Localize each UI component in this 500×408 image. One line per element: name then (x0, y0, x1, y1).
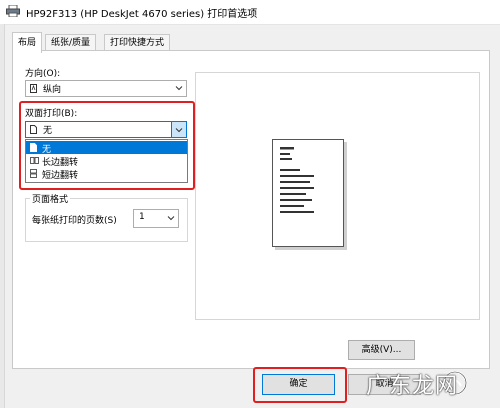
chevron-down-icon (175, 128, 183, 133)
short-edge-flip-icon (30, 169, 37, 178)
pages-per-sheet-value: 1 (139, 212, 145, 222)
title-bar: HP92F313 (HP DeskJet 4670 series) 打印首选项 (0, 0, 500, 25)
watermark-text: 广东龙网 (366, 374, 459, 399)
orientation-label: 方向(O): (25, 69, 61, 79)
page-format-title: 页面格式 (30, 192, 71, 205)
duplex-option-long-edge[interactable]: 长边翻转 (26, 154, 187, 168)
long-edge-flip-icon (30, 157, 39, 164)
printer-icon (6, 5, 20, 17)
chevron-down-icon (167, 216, 175, 221)
background-window-edge (0, 24, 5, 408)
single-page-icon (30, 125, 37, 134)
duplex-label: 双面打印(B): (25, 109, 78, 119)
tab-layout[interactable]: 布局 (12, 32, 43, 53)
ok-button[interactable]: 确定 (262, 374, 335, 395)
option-label: 短边翻转 (42, 171, 79, 181)
duplex-value: 无 (43, 126, 53, 136)
duplex-option-none[interactable]: 无 (26, 141, 187, 155)
portrait-page-icon (30, 84, 37, 93)
chevron-down-icon (175, 86, 183, 91)
pages-per-sheet-label: 每张纸打印的页数(S) (32, 216, 117, 226)
orientation-value: 纵向 (43, 85, 62, 95)
duplex-dropdown-list: 无 长边翻转 短边翻转 (25, 139, 188, 183)
duplex-option-short-edge[interactable]: 短边翻转 (26, 167, 187, 181)
print-preferences-dialog: HP92F313 (HP DeskJet 4670 series) 打印首选项 … (0, 0, 500, 408)
duplex-select[interactable]: 无 (25, 121, 187, 138)
print-preview-pane (195, 72, 480, 320)
orientation-select[interactable]: 纵向 (25, 80, 187, 97)
dropdown-button[interactable] (171, 122, 186, 137)
single-page-icon (30, 143, 37, 152)
pages-per-sheet-select[interactable]: 1 (133, 209, 179, 228)
advanced-button[interactable]: 高级(V)... (348, 340, 415, 360)
window-title: HP92F313 (HP DeskJet 4670 series) 打印首选项 (26, 9, 258, 20)
page-preview-icon (272, 139, 347, 250)
